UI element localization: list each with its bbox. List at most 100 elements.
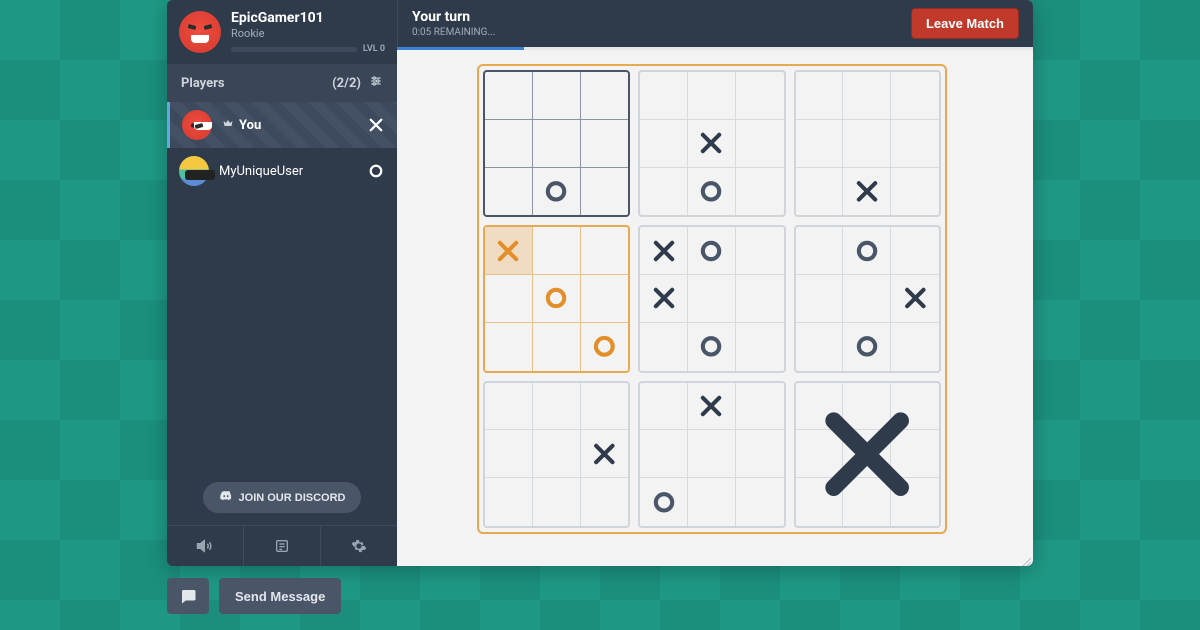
cell-1-8[interactable] bbox=[736, 168, 784, 216]
cell-3-1[interactable] bbox=[533, 227, 581, 275]
cell-4-2[interactable] bbox=[736, 227, 784, 275]
cell-6-6[interactable] bbox=[485, 478, 533, 526]
cell-1-2[interactable] bbox=[736, 72, 784, 120]
profile-rank: Rookie bbox=[231, 27, 385, 40]
leave-match-button[interactable]: Leave Match bbox=[911, 8, 1019, 39]
news-button[interactable] bbox=[244, 526, 321, 566]
cell-3-3[interactable] bbox=[485, 275, 533, 323]
cell-6-1[interactable] bbox=[533, 383, 581, 431]
cell-6-4[interactable] bbox=[533, 430, 581, 478]
cell-8-2 bbox=[891, 383, 939, 431]
resize-handle[interactable] bbox=[1019, 552, 1031, 564]
sound-button[interactable] bbox=[167, 526, 244, 566]
cell-2-7[interactable] bbox=[843, 168, 891, 216]
cell-8-3 bbox=[796, 430, 844, 478]
cell-6-3[interactable] bbox=[485, 430, 533, 478]
cell-1-3[interactable] bbox=[640, 120, 688, 168]
cell-5-8[interactable] bbox=[891, 323, 939, 371]
cell-4-5[interactable] bbox=[736, 275, 784, 323]
cell-0-0[interactable] bbox=[485, 72, 533, 120]
cell-2-6[interactable] bbox=[796, 168, 844, 216]
cell-5-2[interactable] bbox=[891, 227, 939, 275]
players-count: (2/2) bbox=[332, 76, 361, 91]
cell-5-1[interactable] bbox=[843, 227, 891, 275]
cell-2-2[interactable] bbox=[891, 72, 939, 120]
cell-0-5[interactable] bbox=[581, 120, 629, 168]
cell-6-2[interactable] bbox=[581, 383, 629, 431]
cell-3-7[interactable] bbox=[533, 323, 581, 371]
cell-3-6[interactable] bbox=[485, 323, 533, 371]
cell-2-3[interactable] bbox=[796, 120, 844, 168]
cell-0-2[interactable] bbox=[581, 72, 629, 120]
player-row-you[interactable]: You bbox=[167, 102, 397, 148]
cell-0-3[interactable] bbox=[485, 120, 533, 168]
settings-button[interactable] bbox=[321, 526, 397, 566]
game-window: EpicGamer101 Rookie LVL 0 Players (2/2) bbox=[167, 0, 1033, 566]
cell-4-3[interactable] bbox=[640, 275, 688, 323]
cell-4-8[interactable] bbox=[736, 323, 784, 371]
cell-7-2[interactable] bbox=[736, 383, 784, 431]
cell-8-6 bbox=[796, 478, 844, 526]
cell-0-4[interactable] bbox=[533, 120, 581, 168]
cell-6-5[interactable] bbox=[581, 430, 629, 478]
cell-0-8[interactable] bbox=[581, 168, 629, 216]
cell-2-1[interactable] bbox=[843, 72, 891, 120]
cell-1-7[interactable] bbox=[688, 168, 736, 216]
cell-8-0 bbox=[796, 383, 844, 431]
cell-0-1[interactable] bbox=[533, 72, 581, 120]
sidebar: EpicGamer101 Rookie LVL 0 Players (2/2) bbox=[167, 0, 397, 566]
cell-6-7[interactable] bbox=[533, 478, 581, 526]
cell-8-1 bbox=[843, 383, 891, 431]
profile-header: EpicGamer101 Rookie LVL 0 bbox=[167, 0, 397, 64]
filter-icon[interactable] bbox=[369, 74, 383, 92]
cell-2-0[interactable] bbox=[796, 72, 844, 120]
cell-3-5[interactable] bbox=[581, 275, 629, 323]
cell-7-6[interactable] bbox=[640, 478, 688, 526]
cell-1-4[interactable] bbox=[688, 120, 736, 168]
send-message-button[interactable]: Send Message bbox=[219, 578, 341, 614]
cell-1-0[interactable] bbox=[640, 72, 688, 120]
cell-0-7[interactable] bbox=[533, 168, 581, 216]
mega-board bbox=[477, 64, 947, 534]
cell-7-7[interactable] bbox=[688, 478, 736, 526]
player-row-opponent[interactable]: MyUniqueUser bbox=[167, 148, 397, 194]
cell-5-6[interactable] bbox=[796, 323, 844, 371]
cell-4-4[interactable] bbox=[688, 275, 736, 323]
players-title: Players bbox=[181, 76, 225, 91]
cell-7-3[interactable] bbox=[640, 430, 688, 478]
cell-4-7[interactable] bbox=[688, 323, 736, 371]
chat-icon-button[interactable] bbox=[167, 578, 209, 614]
cell-3-2[interactable] bbox=[581, 227, 629, 275]
cell-7-1[interactable] bbox=[688, 383, 736, 431]
player-mark-o bbox=[367, 162, 385, 180]
cell-7-5[interactable] bbox=[736, 430, 784, 478]
cell-0-6[interactable] bbox=[485, 168, 533, 216]
cell-1-5[interactable] bbox=[736, 120, 784, 168]
cell-7-8[interactable] bbox=[736, 478, 784, 526]
cell-1-6[interactable] bbox=[640, 168, 688, 216]
join-discord-button[interactable]: JOIN OUR DISCORD bbox=[203, 482, 362, 513]
cell-5-5[interactable] bbox=[891, 275, 939, 323]
cell-5-7[interactable] bbox=[843, 323, 891, 371]
cell-1-1[interactable] bbox=[688, 72, 736, 120]
cell-3-4[interactable] bbox=[533, 275, 581, 323]
cell-7-0[interactable] bbox=[640, 383, 688, 431]
cell-5-4[interactable] bbox=[843, 275, 891, 323]
cell-5-3[interactable] bbox=[796, 275, 844, 323]
cell-3-0[interactable] bbox=[485, 227, 533, 275]
cell-5-0[interactable] bbox=[796, 227, 844, 275]
cell-4-1[interactable] bbox=[688, 227, 736, 275]
cell-2-5[interactable] bbox=[891, 120, 939, 168]
top-bar: Your turn 0:05 REMAINING... Leave Match bbox=[397, 0, 1033, 47]
cell-6-8[interactable] bbox=[581, 478, 629, 526]
cell-4-6[interactable] bbox=[640, 323, 688, 371]
avatar bbox=[182, 110, 212, 140]
cell-8-4 bbox=[843, 430, 891, 478]
cell-3-8[interactable] bbox=[581, 323, 629, 371]
cell-7-4[interactable] bbox=[688, 430, 736, 478]
cell-4-0[interactable] bbox=[640, 227, 688, 275]
cell-6-0[interactable] bbox=[485, 383, 533, 431]
cell-2-4[interactable] bbox=[843, 120, 891, 168]
sub-board-3 bbox=[483, 225, 630, 372]
cell-2-8[interactable] bbox=[891, 168, 939, 216]
